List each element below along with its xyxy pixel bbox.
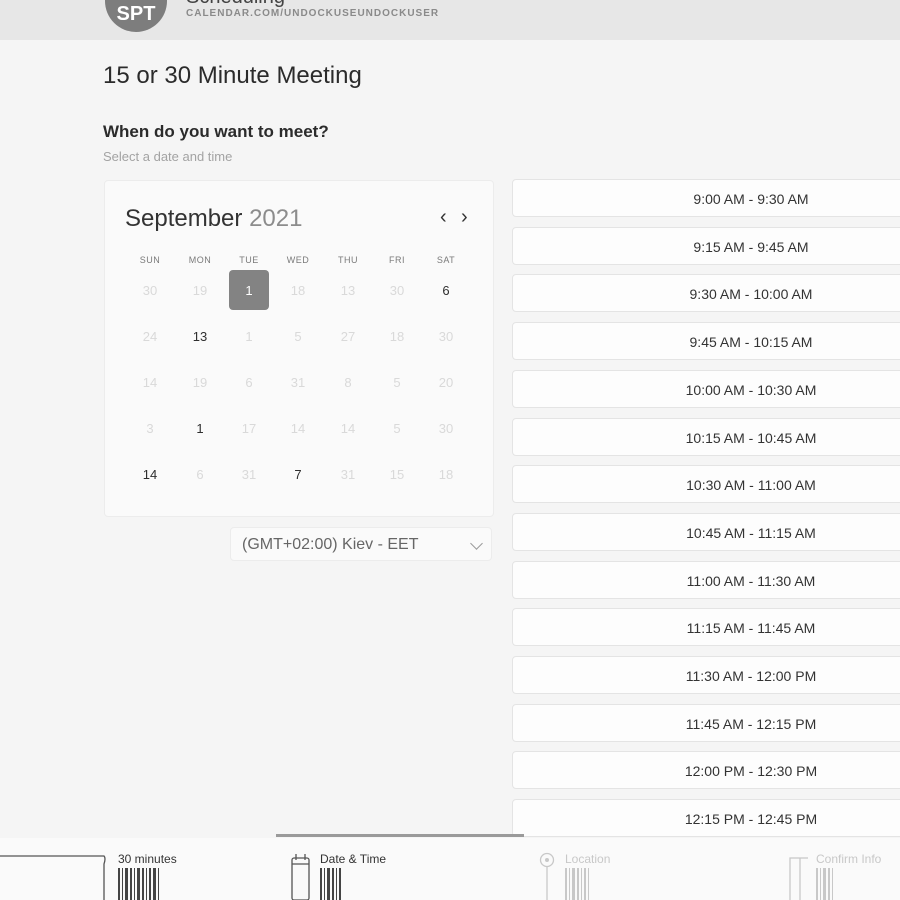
calendar-card: September 2021 ‹ › SUN MON TUE WED THU FRI SAT…: [104, 180, 494, 517]
calendar-day-available[interactable]: 14: [130, 454, 170, 494]
time-slot-label: 11:45 AM - 12:15 PM: [685, 715, 817, 732]
calendar-day-disabled: 19: [192, 282, 208, 298]
section-heading: When do you want to meet?: [103, 122, 329, 141]
time-slot-label: 11:00 AM - 11:30 AM: [686, 572, 816, 589]
section-subtitle: Select a date and time: [103, 149, 233, 164]
calendar-day-disabled: 6: [196, 466, 204, 482]
calendar-day-disabled: 1: [245, 328, 253, 344]
avatar: SPT: [105, 0, 167, 32]
time-slot-label: 12:00 PM - 12:30 PM: [684, 763, 818, 780]
calendar-day-disabled: 31: [241, 466, 257, 482]
time-slot-button[interactable]: 9:30 AM - 10:00 AM: [512, 274, 900, 313]
weekday-header: TUE: [239, 255, 259, 265]
weekday-header: MON: [188, 255, 212, 265]
calendar-day-disabled: 5: [393, 374, 401, 390]
chevron-down-icon: [470, 537, 483, 550]
step-label-date-time: Date & Time: [320, 852, 387, 866]
weekday-header: SAT: [436, 255, 456, 265]
calendar-day-disabled: 19: [192, 374, 208, 390]
time-slot-button[interactable]: 11:15 AM - 11:45 AM: [512, 608, 900, 647]
calendar-day-disabled: 20: [438, 374, 454, 390]
calendar-day-disabled: 18: [389, 328, 405, 344]
calendar-day-disabled: 5: [393, 420, 401, 436]
year-label: 2021: [249, 205, 303, 232]
time-slot-button[interactable]: 10:00 AM - 10:30 AM: [512, 369, 900, 408]
time-slot-button[interactable]: 11:00 AM - 11:30 AM: [512, 560, 900, 599]
page-title: 15 or 30 Minute Meeting: [103, 62, 362, 89]
calendar-day-disabled: 27: [340, 328, 356, 344]
step-progress-marks: [118, 868, 159, 900]
calendar-month-label: September 2021: [125, 205, 302, 233]
next-month-icon[interactable]: ›: [461, 207, 468, 227]
step-progress-marks: [816, 868, 833, 900]
step-label-location: Location: [565, 852, 611, 866]
timezone-value: (GMT+02:00) Kiev - EET: [242, 536, 419, 553]
calendar-day-disabled: 30: [438, 328, 454, 344]
step-label-duration: 30 minutes: [118, 852, 177, 866]
time-slot-label: 10:00 AM - 10:30 AM: [685, 381, 817, 398]
calendar-day-disabled: 5: [294, 328, 302, 344]
calendar-day-disabled: 30: [389, 282, 405, 298]
calendar-day-available[interactable]: 1: [180, 408, 220, 448]
calendar-day-disabled: 14: [142, 374, 158, 390]
calendar-day-disabled: 14: [340, 420, 356, 436]
calendar-day-disabled: 14: [290, 420, 306, 436]
time-slot-button[interactable]: 9:00 AM - 9:30 AM: [512, 179, 900, 217]
step-progress-indicator: [276, 834, 524, 837]
step-progress-marks: [320, 868, 341, 900]
confirm-icon: [789, 857, 808, 900]
calendar-day-disabled: 24: [142, 328, 158, 344]
time-slot-label: 11:30 AM - 12:00 PM: [685, 668, 817, 684]
time-slot-label: 11:15 AM - 11:45 AM: [686, 620, 816, 637]
weekday-header: SUN: [139, 255, 161, 265]
calendar-day-disabled: 8: [344, 374, 352, 390]
time-slot-label: 9:00 AM - 9:30 AM: [693, 191, 809, 207]
time-slot-label: 10:45 AM - 11:15 AM: [686, 524, 816, 541]
time-slot-label: 9:30 AM - 10:00 AM: [689, 286, 813, 303]
timezone-select[interactable]: (GMT+02:00) Kiev - EET: [230, 527, 492, 561]
time-slot-button[interactable]: 9:45 AM - 10:15 AM: [512, 322, 900, 361]
time-slot-label: 9:15 AM - 9:45 AM: [693, 238, 809, 255]
time-slot-button[interactable]: 10:30 AM - 11:00 AM: [512, 465, 900, 504]
calendar-day-available[interactable]: 7: [278, 454, 318, 494]
time-slot-label: 10:15 AM - 10:45 AM: [685, 429, 817, 446]
calendar-day-disabled: 31: [340, 466, 356, 482]
calendar-day-disabled: 18: [290, 282, 306, 298]
time-slot-button[interactable]: 12:00 PM - 12:30 PM: [512, 751, 900, 790]
time-slot-label: 12:15 PM - 12:45 PM: [684, 811, 818, 828]
calendar-day-disabled: 13: [340, 282, 356, 298]
step-progress-marks: [565, 868, 589, 900]
booking-url[interactable]: CALENDAR.COM/UNDOCKUSEUNDOCKUSER: [186, 8, 439, 19]
weekday-header: FRI: [389, 255, 405, 265]
time-slot-button[interactable]: 12:15 PM - 12:45 PM: [512, 799, 900, 838]
calendar-day-disabled: 31: [290, 374, 306, 390]
time-slot-label: 9:45 AM - 10:15 AM: [689, 334, 813, 351]
location-pin-icon: [539, 852, 555, 900]
time-slot-button[interactable]: 11:45 AM - 12:15 PM: [512, 703, 900, 742]
time-slot-button[interactable]: 9:15 AM - 9:45 AM: [512, 226, 900, 265]
calendar-icon: [291, 854, 310, 900]
calendar-day-disabled: 17: [241, 420, 257, 436]
time-slot-button[interactable]: 10:15 AM - 10:45 AM: [512, 417, 900, 456]
calendar-day-disabled: 18: [438, 466, 454, 482]
calendar-day-available[interactable]: 6: [426, 270, 466, 310]
header-bar: SPT Scheduling CALENDAR.COM/UNDOCKUSEUND…: [0, 0, 900, 40]
calendar-day-disabled: 30: [142, 282, 158, 298]
time-slot-label: 10:30 AM - 11:00 AM: [686, 477, 816, 494]
weekday-header: THU: [338, 255, 358, 265]
time-slot-button[interactable]: 10:45 AM - 11:15 AM: [512, 512, 900, 551]
calendar-day-disabled: 30: [438, 420, 454, 436]
duration-icon: [0, 855, 106, 900]
calendar-day-disabled: 15: [389, 466, 405, 482]
calendar-day-disabled: 3: [146, 420, 154, 436]
step-label-confirm-info: Confirm Info: [816, 852, 882, 866]
time-slot-button[interactable]: 11:30 AM - 12:00 PM: [512, 656, 900, 694]
weekday-header: WED: [286, 255, 310, 265]
booking-steps-bar: 30 minutes Date & Time Location Confirm …: [0, 838, 900, 900]
calendar-day-available[interactable]: 13: [180, 316, 220, 356]
calendar-day-disabled: 6: [245, 374, 253, 390]
prev-month-icon[interactable]: ‹: [440, 207, 447, 227]
calendar-day-selected[interactable]: 1: [229, 270, 269, 310]
month-name: September: [125, 205, 243, 232]
